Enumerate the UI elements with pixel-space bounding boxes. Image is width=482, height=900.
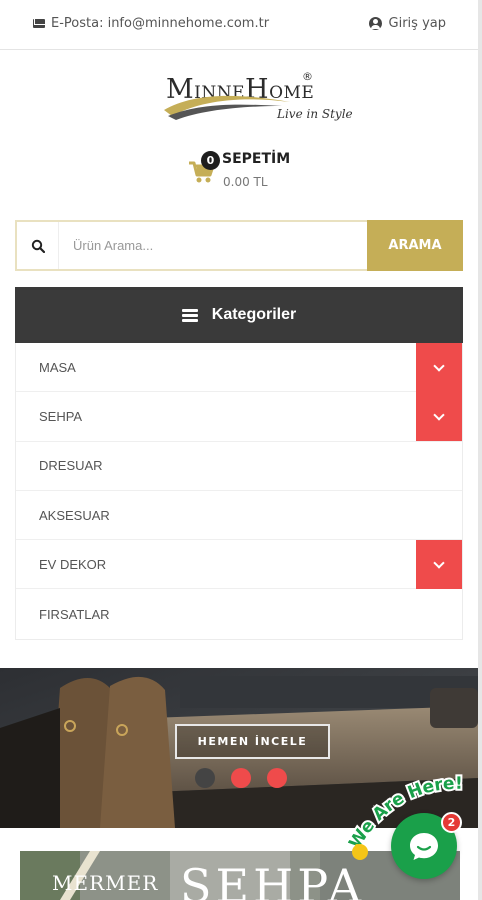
chat-bubble-icon: [410, 833, 438, 860]
category-label: DRESUAR: [39, 458, 103, 474]
category-item-dresuar[interactable]: DRESUAR: [16, 442, 462, 491]
scrollbar[interactable]: [478, 0, 482, 900]
page: E-Posta: info@minnehome.com.tr Giriş yap…: [0, 0, 478, 900]
cart-count-badge: 0: [201, 151, 220, 170]
logo-swoosh: [164, 95, 290, 120]
category-list: MASA SEHPA DRESUAR AKSESUAR EV DEKOR FIR…: [15, 343, 463, 640]
category-label: AKSESUAR: [39, 507, 110, 523]
expand-ev-dekor-button[interactable]: [416, 540, 462, 590]
slider-cta-button[interactable]: HEMEN İNCELE: [175, 724, 330, 759]
search-icon-box: [17, 222, 59, 269]
chevron-down-icon: [433, 359, 445, 372]
category-item-aksesuar[interactable]: AKSESUAR: [16, 491, 462, 541]
category-label: FIRSATLAR: [39, 606, 110, 622]
category-label: SEHPA: [39, 408, 83, 424]
slider-dot-2[interactable]: [231, 768, 251, 788]
cart-total: 0.00 TL: [223, 175, 268, 189]
category-item-firsatlar[interactable]: FIRSATLAR: [16, 589, 462, 638]
search-bar: ARAMA: [15, 220, 463, 271]
envelope-icon: [33, 19, 45, 28]
banner-line-1: MERMER: [52, 871, 159, 895]
slider-dots: [195, 768, 287, 788]
user-icon: [368, 17, 382, 30]
chevron-down-icon: [433, 409, 445, 421]
registered-mark: ®: [302, 70, 313, 83]
contact-email-text: E-Posta: info@minnehome.com.tr: [51, 16, 270, 31]
slider-dot-3[interactable]: [267, 768, 287, 788]
category-item-masa[interactable]: MASA: [16, 343, 462, 393]
search-icon: [31, 239, 45, 253]
search-button[interactable]: ARAMA: [367, 220, 463, 271]
search-input[interactable]: [59, 222, 367, 269]
cart-title: SEPETİM: [222, 151, 291, 167]
slider-dot-1[interactable]: [195, 768, 215, 788]
category-label: MASA: [39, 359, 76, 375]
banner-line-2: SEHPA: [180, 859, 366, 900]
menu-icon: [181, 308, 198, 322]
category-item-sehpa[interactable]: SEHPA: [16, 392, 462, 442]
logo-tagline: Live in Style: [277, 107, 353, 121]
cart-widget[interactable]: 0 SEPETİM 0.00 TL: [188, 150, 308, 194]
chat-unread-badge: 2: [441, 812, 462, 833]
expand-sehpa-button[interactable]: [416, 392, 462, 442]
expand-masa-button[interactable]: [416, 343, 462, 392]
category-label: EV DEKOR: [39, 556, 107, 572]
category-item-ev-dekor[interactable]: EV DEKOR: [16, 540, 462, 590]
chevron-down-icon: [433, 557, 445, 569]
login-link[interactable]: Giriş yap: [368, 16, 446, 31]
top-bar: E-Posta: info@minnehome.com.tr Giriş yap: [0, 0, 478, 50]
categories-title: Kategoriler: [211, 306, 297, 323]
contact-email[interactable]: E-Posta: info@minnehome.com.tr: [33, 16, 269, 31]
categories-toggle[interactable]: Kategoriler: [15, 287, 463, 343]
site-logo[interactable]: MINNEHOME ® Live in Style: [162, 70, 358, 128]
login-text: Giriş yap: [388, 16, 446, 31]
